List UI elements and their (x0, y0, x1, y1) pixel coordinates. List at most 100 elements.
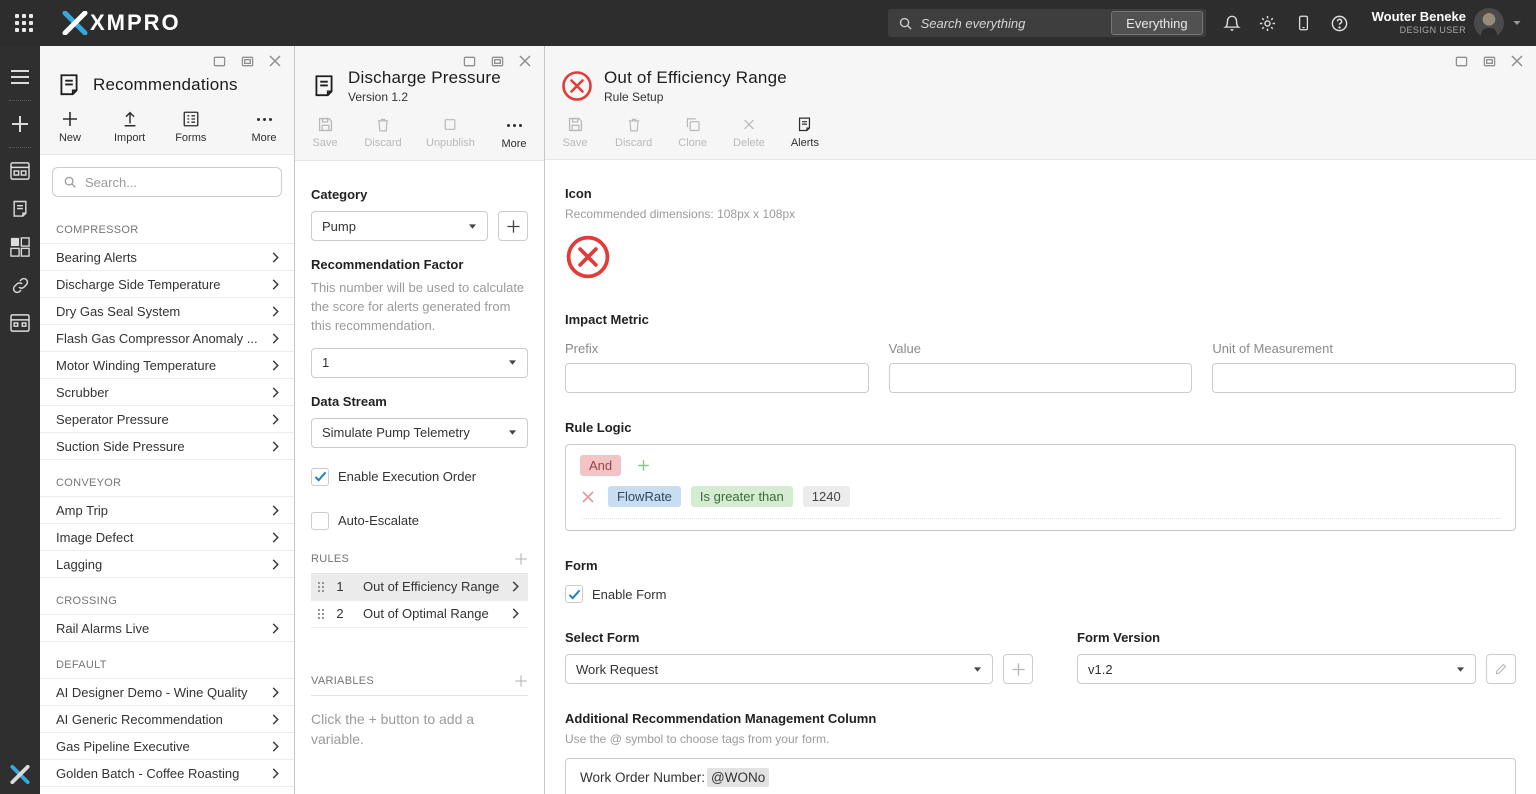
forms-button[interactable]: Forms (175, 110, 206, 144)
recommendations-search-input[interactable] (77, 175, 271, 190)
close-button[interactable] (518, 54, 532, 68)
search-input[interactable] (913, 16, 1112, 31)
minimize-icon (463, 55, 476, 68)
notifications-button[interactable] (1222, 13, 1242, 33)
list-item[interactable]: AI Designer Demo - Wine Quality (40, 679, 294, 706)
clone-button[interactable]: Clone (678, 116, 707, 149)
prefix-input[interactable] (565, 363, 869, 393)
arm-tag-chip[interactable]: @WONo (707, 768, 769, 787)
list-item[interactable]: Amp Trip (40, 497, 294, 524)
chevron-right-icon (270, 333, 281, 344)
search-scope-button[interactable]: Everything (1111, 11, 1202, 35)
drag-handle[interactable] (317, 581, 325, 593)
list-item-label: Suction Side Pressure (56, 439, 185, 454)
list-item[interactable]: Lagging (40, 551, 294, 578)
enable-execution-order-checkbox[interactable]: Enable Execution Order (311, 468, 528, 486)
factor-select[interactable]: 1 (311, 348, 528, 378)
condition-operator-chip[interactable]: Is greater than (691, 486, 793, 507)
logic-operator-chip[interactable]: And (580, 455, 621, 476)
rule-row[interactable]: 1 Out of Efficiency Range (311, 574, 528, 601)
close-button[interactable] (268, 54, 282, 68)
settings-button[interactable] (1258, 13, 1278, 33)
add-form-button[interactable] (1003, 654, 1033, 684)
drag-handle[interactable] (317, 608, 325, 620)
save-button[interactable]: Save (311, 116, 339, 149)
add-category-button[interactable] (498, 211, 528, 241)
list-item[interactable]: Rail Alarms Live (40, 615, 294, 642)
more-button[interactable]: More (250, 110, 278, 144)
pencil-icon (1494, 662, 1508, 676)
app-grid-button[interactable] (10, 9, 38, 37)
close-button[interactable] (1510, 54, 1524, 68)
user-menu[interactable]: Wouter Beneke DESIGN USER (1372, 8, 1522, 38)
datastream-select[interactable]: Simulate Pump Telemetry (311, 418, 528, 448)
chevron-right-icon (270, 687, 281, 698)
enable-form-checkbox[interactable]: Enable Form (565, 585, 1516, 603)
help-button[interactable] (1330, 13, 1350, 33)
add-rule-button[interactable] (514, 552, 528, 566)
rail-recommendations-button[interactable] (9, 198, 31, 220)
import-button[interactable]: Import (114, 110, 145, 144)
close-icon (519, 55, 531, 67)
list-item[interactable]: Golden Batch - Coffee Roasting (40, 760, 294, 787)
factor-help: This number will be used to calculate th… (311, 279, 528, 336)
rail-connections-button[interactable] (9, 274, 31, 296)
form-version-dropdown[interactable]: v1.2 (1077, 654, 1476, 684)
chevron-right-icon (270, 505, 281, 516)
category-select[interactable]: Pump (311, 211, 488, 241)
list-item[interactable]: Motor Winding Temperature (40, 352, 294, 379)
more-button[interactable]: More (500, 116, 528, 150)
minimize-button[interactable] (1454, 54, 1468, 68)
list-item[interactable]: Scrubber (40, 379, 294, 406)
restore-button[interactable] (240, 54, 254, 68)
arm-input[interactable]: Work Order Number: @WONo (565, 758, 1516, 794)
rail-app-designer-button[interactable] (9, 236, 31, 258)
restore-button[interactable] (1482, 54, 1496, 68)
rule-icon-preview[interactable] (565, 234, 1516, 285)
delete-button[interactable]: Delete (733, 116, 765, 149)
new-button[interactable]: New (56, 110, 84, 144)
rail-add-button[interactable] (9, 113, 31, 135)
add-variable-button[interactable] (514, 674, 528, 688)
minimize-button[interactable] (212, 54, 226, 68)
condition-field-chip[interactable]: FlowRate (608, 486, 681, 507)
rail-forms-button[interactable] (9, 312, 31, 334)
arm-label: Additional Recommendation Management Col… (565, 711, 1516, 726)
list-item[interactable]: AI Generic Recommendation (40, 706, 294, 733)
list-item[interactable]: Gas Pipeline Executive (40, 733, 294, 760)
unpublish-button[interactable]: Unpublish (427, 116, 474, 149)
auto-escalate-checkbox[interactable]: Auto-Escalate (311, 512, 528, 530)
list-item[interactable]: Dry Gas Seal System (40, 298, 294, 325)
mobile-button[interactable] (1294, 13, 1314, 33)
trash-icon (626, 116, 642, 133)
rail-stream-designer-button[interactable] (9, 160, 31, 182)
minimize-button[interactable] (462, 54, 476, 68)
list-item[interactable]: Discharge Side Temperature (40, 271, 294, 298)
list-item[interactable]: Flash Gas Compressor Anomaly ... (40, 325, 294, 352)
hamburger-menu-button[interactable] (9, 66, 31, 88)
condition-value-chip[interactable]: 1240 (803, 486, 850, 507)
list-item-label: Flash Gas Compressor Anomaly ... (56, 331, 258, 346)
select-form-dropdown[interactable]: Work Request (565, 654, 993, 684)
remove-condition-button[interactable] (582, 491, 594, 503)
more-button-label: More (501, 138, 526, 150)
list-item[interactable]: Seperator Pressure (40, 406, 294, 433)
unit-input[interactable] (1212, 363, 1516, 393)
list-item[interactable]: Bearing Alerts (40, 244, 294, 271)
chevron-right-icon (270, 441, 281, 452)
discard-button[interactable]: Discard (365, 116, 401, 149)
alerts-button[interactable]: Alerts (791, 116, 819, 149)
caret-down-icon (1512, 18, 1522, 28)
plus-icon (506, 219, 521, 234)
save-button[interactable]: Save (561, 116, 589, 149)
more-icon (257, 110, 272, 128)
restore-button[interactable] (490, 54, 504, 68)
add-condition-button[interactable] (637, 459, 650, 472)
gear-icon (1258, 14, 1277, 33)
edit-form-button[interactable] (1486, 654, 1516, 684)
rule-row[interactable]: 2 Out of Optimal Range (311, 601, 528, 628)
value-input[interactable] (889, 363, 1193, 393)
discard-button[interactable]: Discard (615, 116, 652, 149)
list-item[interactable]: Image Defect (40, 524, 294, 551)
list-item[interactable]: Suction Side Pressure (40, 433, 294, 460)
